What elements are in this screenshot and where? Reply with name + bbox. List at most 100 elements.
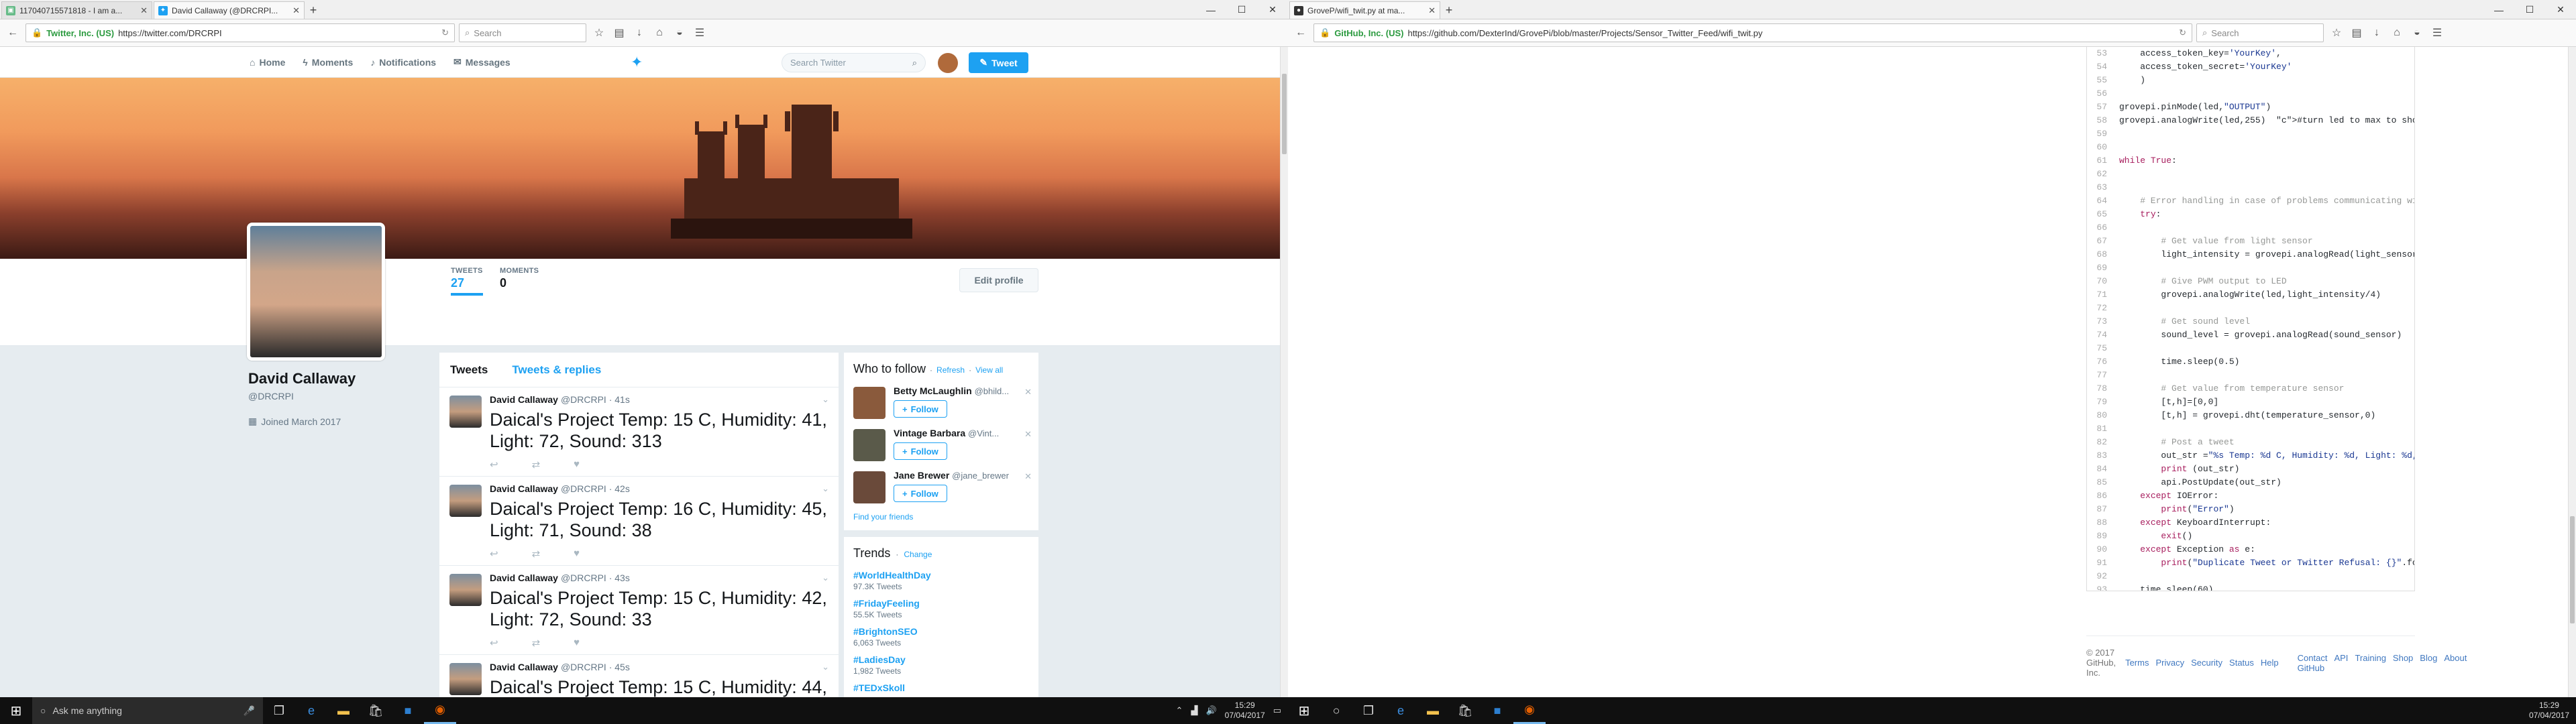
back-icon[interactable]: ← <box>4 24 21 42</box>
suggestion-avatar[interactable] <box>853 387 885 419</box>
suggestion-name[interactable]: Jane Brewer @jane_brewer <box>894 470 1030 481</box>
maximize-icon[interactable]: ☐ <box>2514 0 2545 19</box>
footer-link[interactable]: Security <box>2191 658 2222 668</box>
chevron-up-icon[interactable]: ⌃ <box>1176 705 1183 716</box>
footer-link[interactable]: Status <box>2229 658 2254 668</box>
reload-icon[interactable]: ↻ <box>441 27 449 38</box>
browser-search[interactable]: ⌕ Search <box>2196 23 2324 42</box>
tweet-item[interactable]: David Callaway @DRCRPI · 41s ⌄ Daical's Pro… <box>439 387 839 477</box>
line-number[interactable]: 77 <box>2087 369 2114 382</box>
trend-item[interactable]: #BrightonSEO 6,063 Tweets <box>853 626 1029 648</box>
trend-item[interactable]: #WorldHealthDay 97.3K Tweets <box>853 570 1029 591</box>
dismiss-icon[interactable]: ✕ <box>1024 387 1032 398</box>
view-all-link[interactable]: View all <box>975 365 1003 375</box>
footer-link[interactable]: Help <box>2261 658 2279 668</box>
maximize-icon[interactable]: ☐ <box>1226 0 1257 19</box>
close-window-icon[interactable]: ✕ <box>2545 0 2576 19</box>
new-tab-button[interactable]: + <box>1440 1 1458 19</box>
line-number[interactable]: 54 <box>2087 60 2114 74</box>
line-number[interactable]: 63 <box>2087 181 2114 194</box>
pocket-icon[interactable]: ◒ <box>2408 24 2426 42</box>
footer-link[interactable]: About <box>2444 653 2467 673</box>
app-icon[interactable]: ■ <box>1481 697 1513 724</box>
line-number[interactable]: 86 <box>2087 489 2114 503</box>
tab-twitter[interactable]: ✦ David Callaway (@DRCRPI... ✕ <box>154 1 305 19</box>
minimize-icon[interactable]: — <box>2483 0 2514 19</box>
task-view-icon[interactable]: ❐ <box>263 697 295 724</box>
chevron-down-icon[interactable]: ⌄ <box>822 483 829 494</box>
tweet-handle[interactable]: @DRCRPI · 45s <box>561 662 630 672</box>
line-number[interactable]: 79 <box>2087 396 2114 409</box>
trend-item[interactable]: #TEDxSkoll <box>853 682 1029 693</box>
tweet-author[interactable]: David Callaway <box>490 483 558 494</box>
download-icon[interactable]: ↓ <box>631 24 648 42</box>
line-number[interactable]: 72 <box>2087 302 2114 315</box>
find-friends-link[interactable]: Find your friends <box>844 508 1038 526</box>
footer-link[interactable]: Contact GitHub <box>2298 653 2328 673</box>
close-icon[interactable]: ✕ <box>1424 5 1436 16</box>
line-number[interactable]: 84 <box>2087 463 2114 476</box>
star-icon[interactable]: ☆ <box>590 24 608 42</box>
tweet-handle[interactable]: @DRCRPI · 43s <box>561 572 630 583</box>
reply-icon[interactable]: ↩ <box>490 459 498 471</box>
cortana-search[interactable]: ○ Ask me anything 🎤 <box>32 697 263 724</box>
star-icon[interactable]: ☆ <box>2328 24 2345 42</box>
suggestion-name[interactable]: Vintage Barbara @Vint... <box>894 428 1030 438</box>
line-number[interactable]: 70 <box>2087 275 2114 288</box>
tab-github[interactable]: ● GroveP/wifi_twit.py at ma... ✕ <box>1289 1 1440 19</box>
profile-handle[interactable]: @DRCRPI <box>248 391 294 402</box>
profile-banner[interactable] <box>0 78 1280 259</box>
tweet-author[interactable]: David Callaway <box>490 572 558 583</box>
store-icon[interactable]: 🛍 <box>1449 697 1481 724</box>
heart-icon[interactable]: ♥ <box>574 637 580 649</box>
reload-icon[interactable]: ↻ <box>2179 27 2186 38</box>
stat-moments[interactable]: MOMENTS 0 <box>500 267 539 290</box>
footer-link[interactable]: Terms <box>2125 658 2149 668</box>
edge-icon[interactable]: e <box>295 697 327 724</box>
tweet-item[interactable]: David Callaway @DRCRPI · 42s ⌄ Daical's Pro… <box>439 477 839 566</box>
retweet-icon[interactable]: ⇄ <box>532 637 541 649</box>
microphone-icon[interactable]: 🎤 <box>244 705 255 717</box>
url-bar[interactable]: 🔒 GitHub, Inc. (US) https://github.com/D… <box>1313 23 2192 42</box>
footer-link[interactable]: Privacy <box>2155 658 2184 668</box>
windows-start-icon[interactable]: ⊞ <box>0 697 32 724</box>
line-number[interactable]: 61 <box>2087 154 2114 168</box>
close-window-icon[interactable]: ✕ <box>1257 0 1288 19</box>
file-explorer-icon[interactable]: ▬ <box>1417 697 1449 724</box>
line-number[interactable]: 75 <box>2087 342 2114 355</box>
home-icon[interactable]: ⌂ <box>2388 24 2406 42</box>
follow-button[interactable]: + Follow <box>894 442 947 460</box>
scrollbar-thumb[interactable] <box>1282 74 1287 154</box>
nav-messages[interactable]: ✉ Messages <box>453 56 511 68</box>
suggestion-name[interactable]: Betty McLaughlin @bhild... <box>894 385 1030 396</box>
line-number[interactable]: 91 <box>2087 556 2114 570</box>
menu-icon[interactable]: ☰ <box>691 24 708 42</box>
edge-icon[interactable]: e <box>1385 697 1417 724</box>
nav-home[interactable]: ⌂ Home <box>250 56 285 68</box>
line-number[interactable]: 66 <box>2087 221 2114 235</box>
retweet-icon[interactable]: ⇄ <box>532 459 541 471</box>
pocket-icon[interactable]: ◒ <box>671 24 688 42</box>
retweet-icon[interactable]: ⇄ <box>532 548 541 560</box>
firefox-icon[interactable]: ◉ <box>424 697 456 724</box>
store-icon[interactable]: 🛍 <box>360 697 392 724</box>
line-number[interactable]: 68 <box>2087 248 2114 261</box>
line-number[interactable]: 58 <box>2087 114 2114 127</box>
browser-search[interactable]: ⌕ Search <box>459 23 586 42</box>
tweet-author[interactable]: David Callaway <box>490 394 558 405</box>
suggestion-avatar[interactable] <box>853 429 885 461</box>
reply-icon[interactable]: ↩ <box>490 548 498 560</box>
trend-item[interactable]: #LadiesDay 1,982 Tweets <box>853 654 1029 676</box>
back-icon[interactable]: ← <box>1292 24 1309 42</box>
twitter-search-input[interactable]: Search Twitter ⌕ <box>782 53 926 72</box>
notification-icon[interactable]: ▭ <box>1273 705 1281 716</box>
line-number[interactable]: 73 <box>2087 315 2114 328</box>
firefox-icon[interactable]: ◉ <box>1513 697 1546 724</box>
tweet-avatar[interactable] <box>449 663 482 695</box>
nav-notifications[interactable]: ♪ Notifications <box>370 56 436 68</box>
line-number[interactable]: 76 <box>2087 355 2114 369</box>
scrollbar[interactable] <box>1280 47 1288 697</box>
line-number[interactable]: 74 <box>2087 328 2114 342</box>
app-icon[interactable]: ■ <box>392 697 424 724</box>
refresh-link[interactable]: Refresh <box>936 365 965 375</box>
